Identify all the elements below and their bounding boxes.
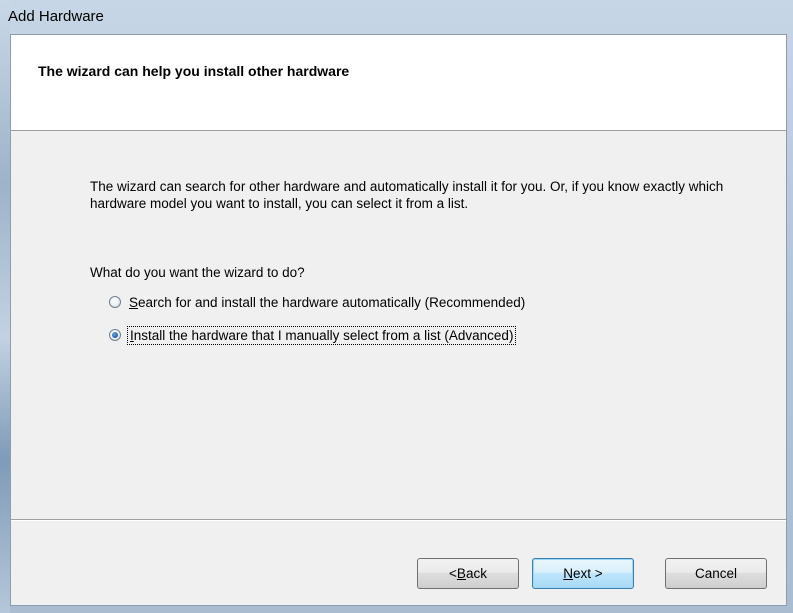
window-left-edge [0, 0, 10, 613]
option-search-automatically[interactable]: Search for and install the hardware auto… [109, 292, 525, 312]
wizard-header-title: The wizard can help you install other ha… [38, 63, 350, 79]
radio-button-manual-select[interactable] [109, 329, 121, 341]
accelerator-key: N [563, 566, 574, 581]
wizard-description: The wizard can search for other hardware… [90, 179, 724, 211]
wizard-header: The wizard can help you install other ha… [11, 35, 786, 131]
accelerator-key: B [456, 566, 466, 581]
wizard-question: What do you want the wizard to do? [90, 265, 305, 280]
back-button[interactable]: < Back [417, 558, 519, 589]
option-search-automatically-label: Search for and install the hardware auto… [129, 295, 525, 310]
footer-separator [11, 519, 786, 521]
back-button-label: ack [465, 566, 487, 581]
radio-button-search-automatically[interactable] [109, 296, 121, 308]
wizard-client-area: The wizard can help you install other ha… [10, 34, 787, 606]
option-manual-select-label: Install the hardware that I manually sel… [126, 325, 517, 345]
label-text: earch for and install the hardware autom… [138, 294, 526, 310]
next-button[interactable]: Next > [532, 558, 634, 589]
label-text: nstall the hardware that I manually sele… [133, 327, 514, 343]
title-bar[interactable]: Add Hardware [0, 0, 793, 34]
window-title: Add Hardware [8, 8, 104, 25]
option-manual-select[interactable]: Install the hardware that I manually sel… [109, 325, 517, 345]
cancel-button[interactable]: Cancel [665, 558, 767, 589]
back-button-prefix: < [449, 566, 457, 581]
next-button-label: ext > [573, 566, 603, 581]
accelerator-key: S [129, 294, 139, 310]
